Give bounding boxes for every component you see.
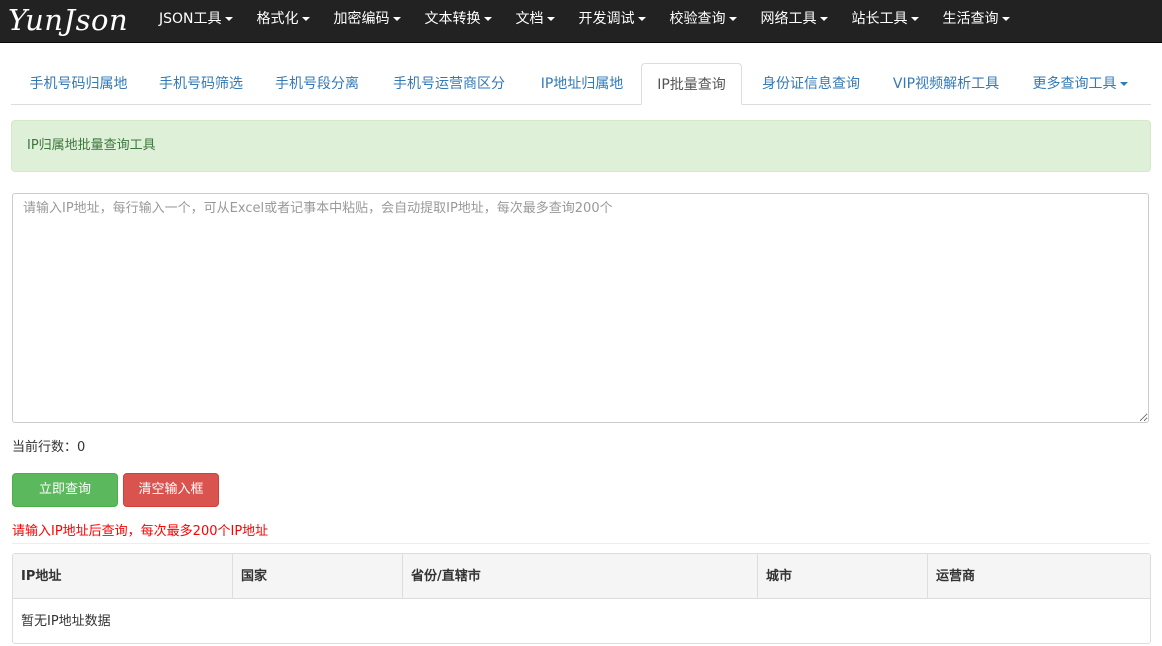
tab-ip-batch-query[interactable]: IP批量查询 xyxy=(641,63,742,105)
column-ip-address: IP地址 xyxy=(13,554,233,599)
caret-down-icon xyxy=(728,16,737,21)
table-empty-row: 暂无IP地址数据 xyxy=(21,614,111,629)
nav-label: 网络工具 xyxy=(760,10,817,27)
line-count-label: 当前行数： xyxy=(12,440,78,455)
tab-more-tools[interactable]: 更多查询工具 xyxy=(1025,63,1135,105)
nav-network-tools[interactable]: 网络工具 xyxy=(749,0,840,43)
nav-label: 校验查询 xyxy=(669,10,726,27)
top-navbar: YunJson JSON工具 格式化 加密编码 文本转换 文档 开发调试 校验查… xyxy=(0,0,1162,43)
ip-input[interactable] xyxy=(12,193,1149,423)
caret-down-icon xyxy=(301,16,310,21)
tab-phone-carrier[interactable]: 手机号运营商区分 xyxy=(385,63,513,105)
column-province: 省份/直辖市 xyxy=(403,554,758,599)
nav-webmaster-tools[interactable]: 站长工具 xyxy=(840,0,931,43)
nav-verify-query[interactable]: 校验查询 xyxy=(658,0,749,43)
nav-json-tools[interactable]: JSON工具 xyxy=(147,0,245,43)
tab-phone-segment[interactable]: 手机号段分离 xyxy=(267,63,367,105)
tab-id-card-query[interactable]: 身份证信息查询 xyxy=(753,63,869,105)
nav-format[interactable]: 格式化 xyxy=(245,0,322,43)
divider xyxy=(12,543,1150,544)
nav-docs[interactable]: 文档 xyxy=(504,0,567,43)
tab-phone-filter[interactable]: 手机号码筛选 xyxy=(151,63,251,105)
caret-down-icon xyxy=(1001,16,1010,21)
query-button[interactable]: 立即查询 xyxy=(12,473,118,507)
column-country: 国家 xyxy=(233,554,403,599)
tool-title-alert: IP归属地批量查询工具 xyxy=(11,120,1151,172)
caret-down-icon xyxy=(224,16,233,21)
nav-label: 开发调试 xyxy=(578,10,635,27)
nav-life-query[interactable]: 生活查询 xyxy=(931,0,1022,43)
nav-label: 文本转换 xyxy=(424,10,481,27)
tool-tabs: 手机号码归属地 手机号码筛选 手机号段分离 手机号运营商区分 IP地址归属地 I… xyxy=(11,63,1151,105)
line-count: 当前行数：0 xyxy=(12,438,85,458)
caret-down-icon xyxy=(1119,82,1128,86)
main-nav: JSON工具 格式化 加密编码 文本转换 文档 开发调试 校验查询 网络工具 站… xyxy=(147,0,1022,43)
tab-vip-video-parse[interactable]: VIP视频解析工具 xyxy=(885,63,1007,105)
nav-label: 加密编码 xyxy=(333,10,390,27)
column-carrier: 运营商 xyxy=(936,569,976,584)
caret-down-icon xyxy=(910,16,919,21)
nav-label: JSON工具 xyxy=(159,10,222,27)
nav-dev-debug[interactable]: 开发调试 xyxy=(567,0,658,43)
hint-text: 请输入IP地址后查询，每次最多200个IP地址 xyxy=(12,524,269,539)
caret-down-icon xyxy=(546,16,555,21)
nav-label: 生活查询 xyxy=(942,10,999,27)
result-table: IP地址 国家 省份/直辖市 城市 运营商 暂无IP地址数据 xyxy=(12,553,1151,644)
caret-down-icon xyxy=(392,16,401,21)
caret-down-icon xyxy=(483,16,492,21)
nav-label: 文档 xyxy=(515,10,544,27)
tab-ip-location[interactable]: IP地址归属地 xyxy=(531,63,633,105)
tab-label: 更多查询工具 xyxy=(1032,76,1117,92)
nav-text-convert[interactable]: 文本转换 xyxy=(413,0,504,43)
caret-down-icon xyxy=(637,16,646,21)
column-city: 城市 xyxy=(758,554,928,599)
tab-phone-location[interactable]: 手机号码归属地 xyxy=(16,63,141,105)
clear-input-button[interactable]: 清空输入框 xyxy=(123,473,219,507)
nav-label: 站长工具 xyxy=(851,10,908,27)
table-header: IP地址 国家 省份/直辖市 城市 运营商 xyxy=(13,554,1150,599)
line-count-value: 0 xyxy=(77,440,86,455)
nav-label: 格式化 xyxy=(256,10,299,27)
caret-down-icon xyxy=(819,16,828,21)
nav-encrypt-encode[interactable]: 加密编码 xyxy=(322,0,413,43)
brand-logo[interactable]: YunJson xyxy=(8,2,128,38)
